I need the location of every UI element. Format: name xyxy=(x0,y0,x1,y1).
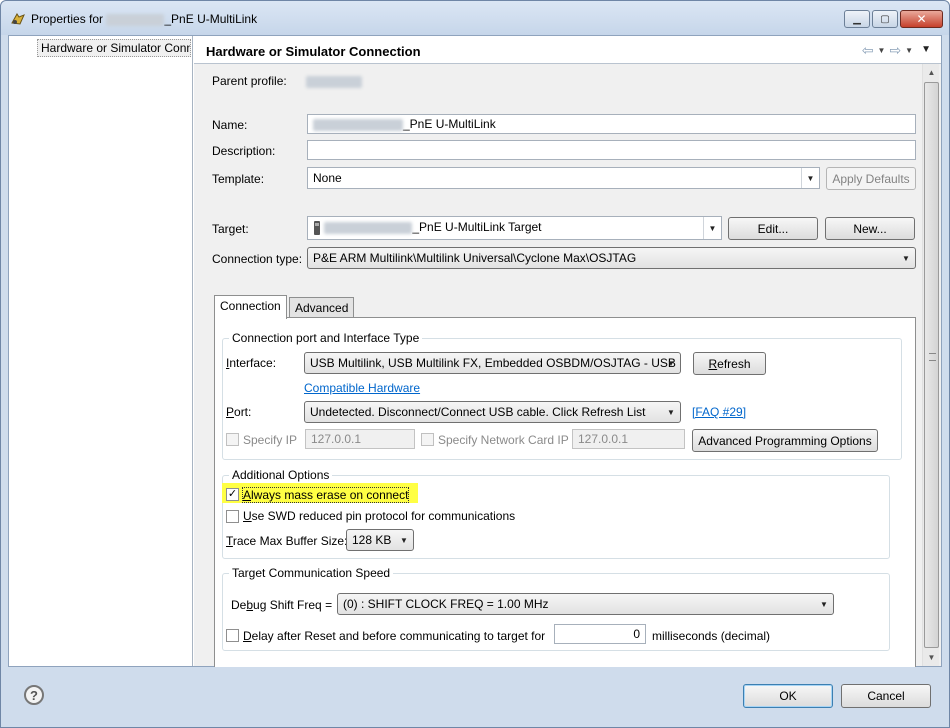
compatible-hardware-link[interactable]: Compatible Hardware xyxy=(304,381,420,395)
checkmark-icon: ✓ xyxy=(227,488,238,500)
maximize-icon: ▢ xyxy=(880,13,890,25)
view-menu-icon[interactable]: ▼ xyxy=(921,42,931,59)
chevron-down-icon: ▼ xyxy=(902,253,910,263)
close-button[interactable]: ✕ xyxy=(900,10,943,28)
template-label: Template: xyxy=(212,172,265,186)
network-card-ip-field[interactable]: 127.0.0.1 xyxy=(572,429,685,449)
trace-buffer-label: Trace Max Buffer Size: xyxy=(226,534,348,548)
interface-label: Interface: xyxy=(226,356,277,370)
trace-buffer-dropdown[interactable]: 128 KB ▼ xyxy=(346,529,414,551)
back-menu-chevron-icon[interactable]: ▼ xyxy=(878,42,886,59)
connection-type-label: Connection type: xyxy=(212,252,303,266)
name-field[interactable]: _PnE U-MultiLink xyxy=(307,114,916,134)
swd-checkbox[interactable] xyxy=(226,510,239,523)
scroll-up-icon[interactable]: ▲ xyxy=(923,64,940,81)
chevron-down-icon: ▼ xyxy=(667,407,675,417)
swd-label: Use SWD reduced pin protocol for communi… xyxy=(243,509,516,523)
port-dropdown[interactable]: Undetected. Disconnect/Connect USB cable… xyxy=(304,401,681,423)
delay-after-reset-label: Delay after Reset and before communicati… xyxy=(243,629,546,643)
tab-connection[interactable]: Connection xyxy=(214,295,287,319)
template-dropdown[interactable]: None ▼ xyxy=(307,167,820,189)
chevron-down-icon: ▼ xyxy=(801,168,819,188)
back-arrow-icon[interactable]: ⇦ xyxy=(862,42,874,59)
new-target-button[interactable]: New... xyxy=(825,217,915,240)
specify-network-card-checkbox[interactable] xyxy=(421,433,434,446)
maximize-button[interactable]: ▢ xyxy=(872,10,898,28)
grip-icon xyxy=(929,353,936,361)
redacted-text xyxy=(324,221,413,234)
scroll-down-icon[interactable]: ▼ xyxy=(923,649,940,666)
group-title: Target Communication Speed xyxy=(229,566,394,580)
page-title: Hardware or Simulator Connection xyxy=(206,44,421,59)
title-bar[interactable]: Properties for _PnE U-MultiLink ▁ ▢ ✕ xyxy=(1,1,949,35)
forward-arrow-icon[interactable]: ⇨ xyxy=(889,42,901,59)
chevron-down-icon: ▼ xyxy=(820,599,828,609)
help-icon[interactable]: ? xyxy=(24,685,44,705)
scrollbar-thumb[interactable] xyxy=(924,82,939,648)
edit-target-button[interactable]: Edit... xyxy=(728,217,818,240)
target-communication-group: Target Communication Speed Debug Shift F… xyxy=(222,566,890,651)
description-field[interactable] xyxy=(307,140,916,160)
minimize-button[interactable]: ▁ xyxy=(844,10,870,28)
group-title: Additional Options xyxy=(229,468,333,482)
dialog-client-area: Hardware or Simulator Conn Hardware or S… xyxy=(8,35,942,667)
connection-type-dropdown[interactable]: P&E ARM Multilink\Multilink Universal\Cy… xyxy=(307,247,916,269)
parent-profile-label: Parent profile: xyxy=(212,74,287,88)
apply-defaults-button[interactable]: Apply Defaults xyxy=(826,167,916,190)
specify-ip-label: Specify IP xyxy=(243,433,298,447)
delay-unit-label: milliseconds (decimal) xyxy=(652,629,771,643)
close-icon: ✕ xyxy=(916,12,927,26)
page-header: Hardware or Simulator Connection ⇦ ▼ ⇨ ▼… xyxy=(194,36,941,64)
connection-port-group: Connection port and Interface Type Inter… xyxy=(222,331,902,460)
faq-29-link[interactable]: [FAQ #29] xyxy=(692,405,746,419)
minimize-icon: ▁ xyxy=(853,13,861,25)
vertical-scrollbar[interactable]: ▲ ▼ xyxy=(922,64,939,666)
cancel-button[interactable]: Cancel xyxy=(841,684,931,708)
delay-ms-field[interactable]: 0 xyxy=(554,624,646,644)
forward-menu-chevron-icon[interactable]: ▼ xyxy=(905,42,913,59)
redacted-text xyxy=(313,118,403,131)
parent-profile-value xyxy=(306,76,362,88)
refresh-button[interactable]: Refresh xyxy=(693,352,766,375)
specify-ip-checkbox[interactable] xyxy=(226,433,239,446)
chevron-down-icon: ▼ xyxy=(400,535,408,545)
ip-address-field[interactable]: 127.0.0.1 xyxy=(305,429,415,449)
chevron-down-icon: ▼ xyxy=(703,217,721,239)
group-title: Connection port and Interface Type xyxy=(229,331,423,345)
properties-window: Properties for _PnE U-MultiLink ▁ ▢ ✕ Ha… xyxy=(0,0,950,728)
description-label: Description: xyxy=(212,144,276,158)
debug-shift-freq-label: Debug Shift Freq = xyxy=(231,598,333,612)
additional-options-group: Additional Options ✓ Always mass erase o… xyxy=(222,468,890,559)
mass-erase-label: Always mass erase on connect xyxy=(241,487,410,503)
properties-app-icon xyxy=(11,13,25,25)
interface-dropdown[interactable]: USB Multilink, USB Multilink FX, Embedde… xyxy=(304,352,681,374)
window-title: Properties for _PnE U-MultiLink xyxy=(31,12,258,26)
preference-tree: Hardware or Simulator Conn xyxy=(9,36,193,666)
delay-after-reset-checkbox[interactable] xyxy=(226,629,239,642)
advanced-programming-options-button[interactable]: Advanced Programming Options xyxy=(692,429,878,452)
property-page: Hardware or Simulator Connection ⇦ ▼ ⇨ ▼… xyxy=(194,36,941,667)
redacted-text xyxy=(106,13,165,26)
port-label: Port: xyxy=(226,405,252,419)
ok-button[interactable]: OK xyxy=(743,684,833,708)
tree-item-hardware-connection[interactable]: Hardware or Simulator Conn xyxy=(37,39,191,57)
target-device-icon xyxy=(314,220,320,235)
target-label: Target: xyxy=(212,222,249,236)
mass-erase-checkbox[interactable]: ✓ xyxy=(226,488,239,501)
target-dropdown[interactable]: _PnE U-MultiLink Target ▼ xyxy=(307,216,722,240)
tab-advanced[interactable]: Advanced xyxy=(289,297,355,319)
specify-network-card-label: Specify Network Card IP xyxy=(438,433,569,447)
debug-shift-freq-dropdown[interactable]: (0) : SHIFT CLOCK FREQ = 1.00 MHz ▼ xyxy=(337,593,834,615)
connection-tab-panel: Connection port and Interface Type Inter… xyxy=(214,317,916,667)
name-label: Name: xyxy=(212,118,248,132)
chevron-down-icon: ▼ xyxy=(667,358,675,368)
